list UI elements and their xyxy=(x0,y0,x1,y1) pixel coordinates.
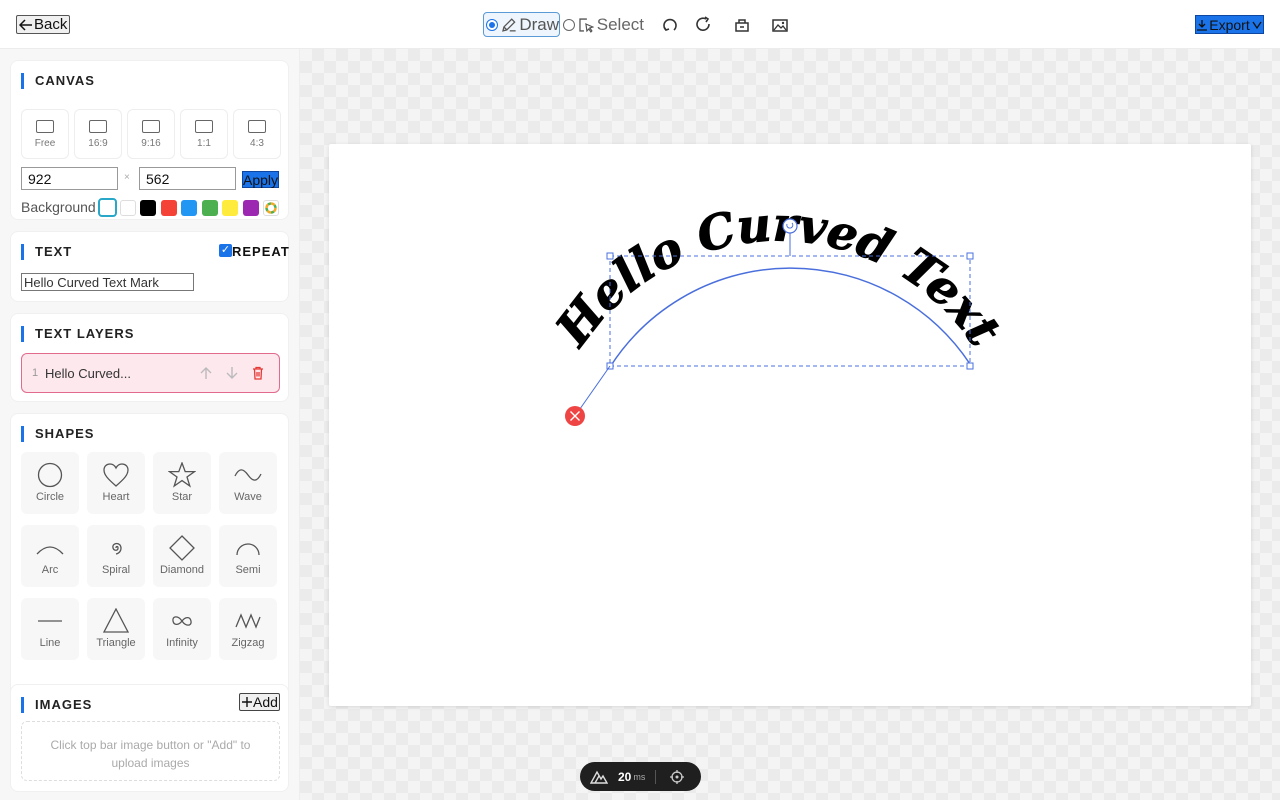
resize-handle-se[interactable] xyxy=(966,362,974,370)
rotate-icon xyxy=(782,218,798,234)
curved-text-path: Hello Curved Text xyxy=(544,197,1012,358)
status-divider xyxy=(655,769,657,784)
curved-text[interactable]: Hello Curved Text xyxy=(544,197,1012,358)
render-time-unit: ms xyxy=(633,771,646,782)
resize-handle-ne[interactable] xyxy=(966,252,974,260)
resize-handle-nw[interactable] xyxy=(606,252,614,260)
crosshair-icon[interactable] xyxy=(670,769,685,784)
rotate-handle[interactable] xyxy=(782,218,798,234)
canvas-overlay: Hello Curved Text xyxy=(544,197,1012,426)
render-time-value: 20 xyxy=(618,769,632,784)
delete-handle[interactable] xyxy=(565,406,585,426)
nuxt-logo-icon xyxy=(590,770,608,784)
status-bar: 20 ms xyxy=(580,762,701,791)
